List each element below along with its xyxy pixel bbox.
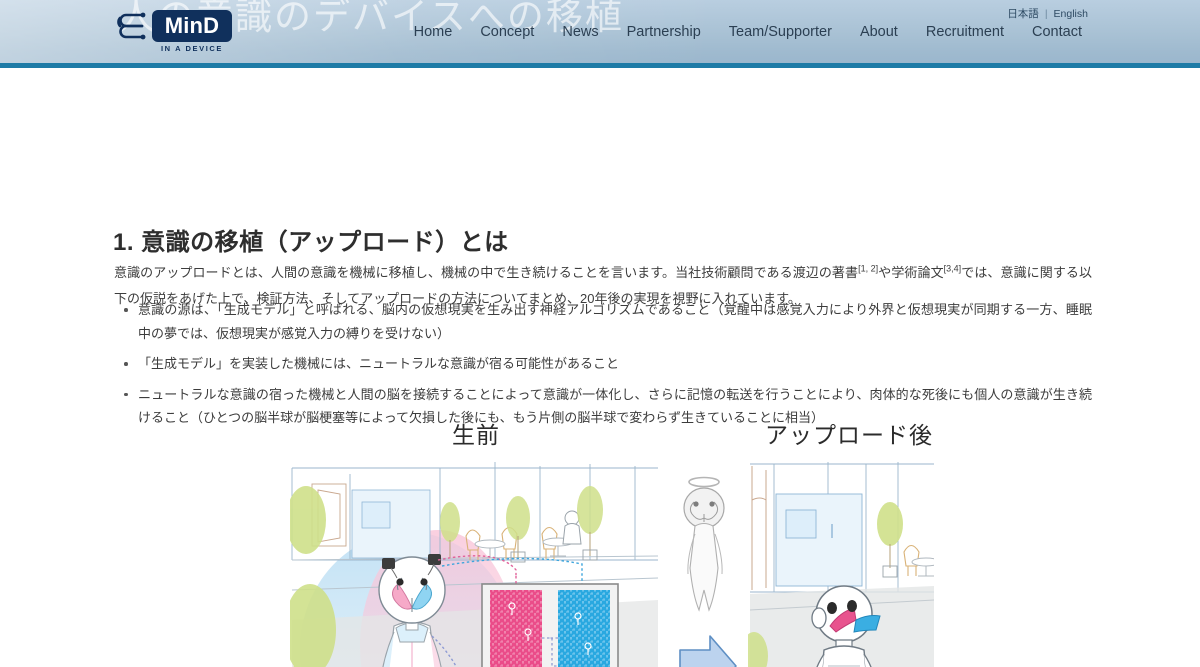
nav-item-home[interactable]: Home	[400, 24, 467, 40]
nav-item-about[interactable]: About	[846, 24, 912, 40]
lang-separator: |	[1044, 8, 1048, 20]
nav-item-contact[interactable]: Contact	[1018, 24, 1096, 40]
nav-item-concept[interactable]: Concept	[466, 24, 548, 40]
illustration-transition	[662, 460, 748, 667]
figure-caption-row: 生前 アップロード後	[0, 416, 1200, 456]
nav-item-team-supporter[interactable]: Team/Supporter	[715, 24, 846, 40]
lang-english[interactable]: English	[1054, 8, 1088, 20]
site-logo[interactable]: MinD IN A DEVICE	[112, 8, 232, 58]
lead-text-part-2: や学術論文	[878, 265, 944, 280]
figure-caption-after: アップロード後	[765, 422, 933, 448]
list-item: 意識の源は、「生成モデル」と呼ばれる、脳内の仮想現実を生み出す神経アルゴリズムで…	[124, 298, 1092, 345]
upload-concept-figure: 生前 アップロード後	[0, 416, 1200, 667]
language-switcher[interactable]: 日本語 | English	[1007, 6, 1088, 21]
illustration-after-upload	[748, 460, 934, 667]
citation-ref-3-4[interactable]: [3,4]	[944, 264, 962, 274]
site-header: 人の意識のデバイスへの移植 MinD IN A DEVICE 日本語 | Engli…	[0, 0, 1200, 68]
main-navigation: Home Concept News Partnership Team/Suppo…	[400, 24, 1096, 40]
list-item: 「生成モデル」を実装した機械には、ニュートラルな意識が宿る可能性があること	[124, 352, 1092, 376]
illustration-before-upload	[290, 460, 662, 667]
nav-item-partnership[interactable]: Partnership	[613, 24, 715, 40]
citation-ref-1-2[interactable]: [1, 2]	[858, 264, 878, 274]
logo-badge: MinD	[152, 10, 232, 42]
lang-japanese[interactable]: 日本語	[1007, 8, 1039, 20]
logo-tagline: IN A DEVICE	[160, 44, 224, 53]
nav-item-recruitment[interactable]: Recruitment	[912, 24, 1018, 40]
lead-text-part-1: 意識のアップロードとは、人間の意識を機械に移植し、機械の中で生き続けることを言い…	[114, 265, 859, 280]
logo-wordmark: MinD	[164, 13, 220, 38]
figure-illustration-row	[0, 460, 1200, 667]
nav-item-news[interactable]: News	[548, 24, 612, 40]
page-title: 1. 意識の移植（アップロード）とは	[113, 229, 509, 257]
figure-caption-before: 生前	[452, 422, 500, 448]
